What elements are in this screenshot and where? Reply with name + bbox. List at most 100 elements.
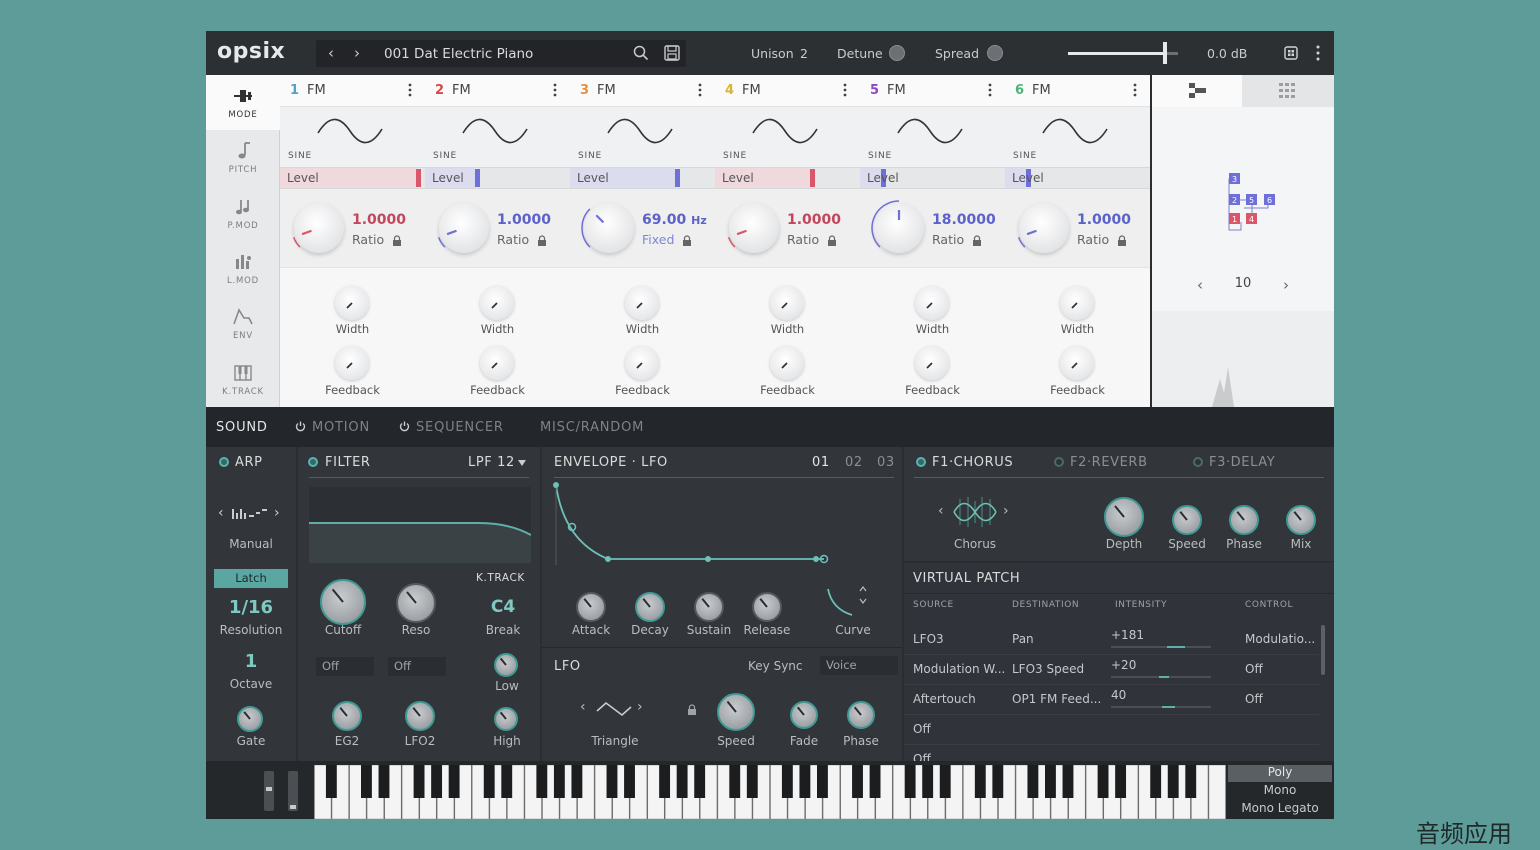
fx-slot-delay[interactable]: F3·DELAY <box>1209 455 1275 470</box>
frequency-value[interactable]: 69.00 Hz <box>642 212 707 228</box>
chevron-down-icon[interactable] <box>518 460 526 466</box>
env-tab-01[interactable]: 01 <box>812 455 830 470</box>
waveform-display[interactable]: SINE <box>715 107 860 167</box>
intensity-slider[interactable] <box>1111 646 1211 648</box>
menu-icon[interactable] <box>1314 44 1322 62</box>
fx2-power-led[interactable] <box>1054 457 1064 467</box>
feedback-knob[interactable] <box>625 346 659 380</box>
lock-icon[interactable] <box>1117 235 1127 247</box>
tab-sequencer[interactable]: SEQUENCER <box>416 420 504 435</box>
width-knob[interactable] <box>335 286 369 320</box>
grid-view-tab[interactable] <box>1242 75 1334 107</box>
chevron-left-icon[interactable]: ‹ <box>938 503 944 519</box>
waveform-display[interactable]: SINE <box>860 107 1005 167</box>
frequency-mode[interactable]: Fixed <box>642 232 674 247</box>
piano-keyboard[interactable] <box>314 765 1226 819</box>
waveform-display[interactable]: SINE <box>1005 107 1150 167</box>
lock-icon[interactable] <box>827 235 837 247</box>
waveform-display[interactable]: SINE <box>570 107 715 167</box>
eg2-knob[interactable] <box>332 701 362 731</box>
patch-intensity[interactable]: +20 <box>1111 658 1136 672</box>
mix-knob[interactable] <box>1286 505 1316 535</box>
sustain-knob[interactable] <box>694 592 724 622</box>
waveform-display[interactable]: SINE <box>280 107 425 167</box>
level-slider[interactable]: Level <box>425 167 570 189</box>
chevron-right-icon[interactable]: › <box>1003 503 1009 519</box>
spread-knob[interactable] <box>987 45 1003 61</box>
operator-menu-icon[interactable] <box>408 83 412 97</box>
level-slider[interactable]: Level <box>570 167 715 189</box>
operator-type[interactable]: FM <box>452 83 471 98</box>
table-row[interactable]: LFO3 Pan +181 Modulatio... <box>904 625 1319 655</box>
width-knob[interactable] <box>480 286 514 320</box>
patch-destination[interactable]: OP1 FM Feed... <box>1012 692 1101 706</box>
intensity-slider[interactable] <box>1111 706 1211 708</box>
operator-type[interactable]: FM <box>307 83 326 98</box>
tab-misc-random[interactable]: MISC/RANDOM <box>540 420 644 435</box>
unison-value[interactable]: 2 <box>800 46 808 61</box>
chevron-right-icon[interactable]: › <box>274 505 280 521</box>
sidebar-item-k-track[interactable]: K.TRACK <box>206 352 280 407</box>
fx-slot-chorus[interactable]: F1·CHORUS <box>932 455 1013 470</box>
patch-source[interactable]: Modulation W... <box>913 662 1005 676</box>
patch-control[interactable]: Off <box>1245 662 1263 676</box>
filter-power-led[interactable] <box>308 457 318 467</box>
frequency-knob[interactable] <box>437 203 489 253</box>
frequency-value[interactable]: 1.0000 <box>787 212 841 228</box>
latch-button[interactable]: Latch <box>214 569 288 588</box>
operator-menu-icon[interactable] <box>553 83 557 97</box>
frequency-knob[interactable] <box>1017 203 1069 253</box>
sidebar-item-pitch[interactable]: PITCH <box>206 130 280 185</box>
curve-icon[interactable] <box>826 585 868 619</box>
lock-icon[interactable] <box>687 704 697 716</box>
lock-icon[interactable] <box>972 235 982 247</box>
decay-knob[interactable] <box>635 592 665 622</box>
feedback-knob[interactable] <box>1060 346 1094 380</box>
operator-type[interactable]: FM <box>742 83 761 98</box>
release-knob[interactable] <box>752 592 782 622</box>
fx3-power-led[interactable] <box>1193 457 1203 467</box>
waveform-display[interactable]: SINE <box>425 107 570 167</box>
sidebar-item-l-mod[interactable]: L.MOD <box>206 241 280 296</box>
patch-source[interactable]: Off <box>913 722 931 736</box>
power-icon[interactable] <box>399 421 410 432</box>
sidebar-item-p-mod[interactable]: P.MOD <box>206 186 280 241</box>
tab-motion[interactable]: MOTION <box>312 420 370 435</box>
scrollbar-thumb[interactable] <box>1321 625 1325 675</box>
feedback-knob[interactable] <box>915 346 949 380</box>
chevron-left-icon[interactable]: ‹ <box>218 505 224 521</box>
patch-source[interactable]: Aftertouch <box>913 692 976 706</box>
resize-icon[interactable] <box>1284 46 1298 60</box>
frequency-knob[interactable] <box>871 200 924 253</box>
patch-intensity[interactable]: +181 <box>1111 628 1144 642</box>
preset-name[interactable]: 001 Dat Electric Piano <box>384 46 533 62</box>
lfo-speed-knob[interactable] <box>717 693 755 731</box>
patch-destination[interactable]: Pan <box>1012 632 1034 646</box>
algorithm-next-button[interactable]: › <box>1274 273 1298 297</box>
frequency-mode[interactable]: Ratio <box>787 232 819 247</box>
fx-slot-reverb[interactable]: F2·REVERB <box>1070 455 1148 470</box>
cutoff-knob[interactable] <box>320 579 366 625</box>
frequency-mode[interactable]: Ratio <box>497 232 529 247</box>
level-slider[interactable]: Level <box>715 167 860 189</box>
save-icon[interactable] <box>663 44 681 62</box>
fx-speed-knob[interactable] <box>1172 505 1202 535</box>
patch-source[interactable]: LFO3 <box>913 632 944 646</box>
chevron-left-icon[interactable]: ‹ <box>580 699 586 715</box>
patch-control[interactable]: Off <box>1245 692 1263 706</box>
voice-mode-poly[interactable]: Poly <box>1228 765 1332 782</box>
operator-type[interactable]: FM <box>887 83 906 98</box>
frequency-value[interactable]: 1.0000 <box>352 212 406 228</box>
pitch-wheel[interactable] <box>264 771 274 811</box>
operator-menu-icon[interactable] <box>698 83 702 97</box>
level-slider[interactable]: Level <box>1005 167 1150 189</box>
env-tab-03[interactable]: 03 <box>877 455 895 470</box>
attack-knob[interactable] <box>576 592 606 622</box>
env-tab-02[interactable]: 02 <box>845 455 863 470</box>
filter-mod-source-2[interactable]: Off <box>388 657 446 676</box>
operator-type[interactable]: FM <box>1032 83 1051 98</box>
frequency-value[interactable]: 1.0000 <box>497 212 551 228</box>
fx1-power-led[interactable] <box>916 457 926 467</box>
low-knob[interactable] <box>494 653 518 677</box>
patch-control[interactable]: Modulatio... <box>1245 632 1315 646</box>
